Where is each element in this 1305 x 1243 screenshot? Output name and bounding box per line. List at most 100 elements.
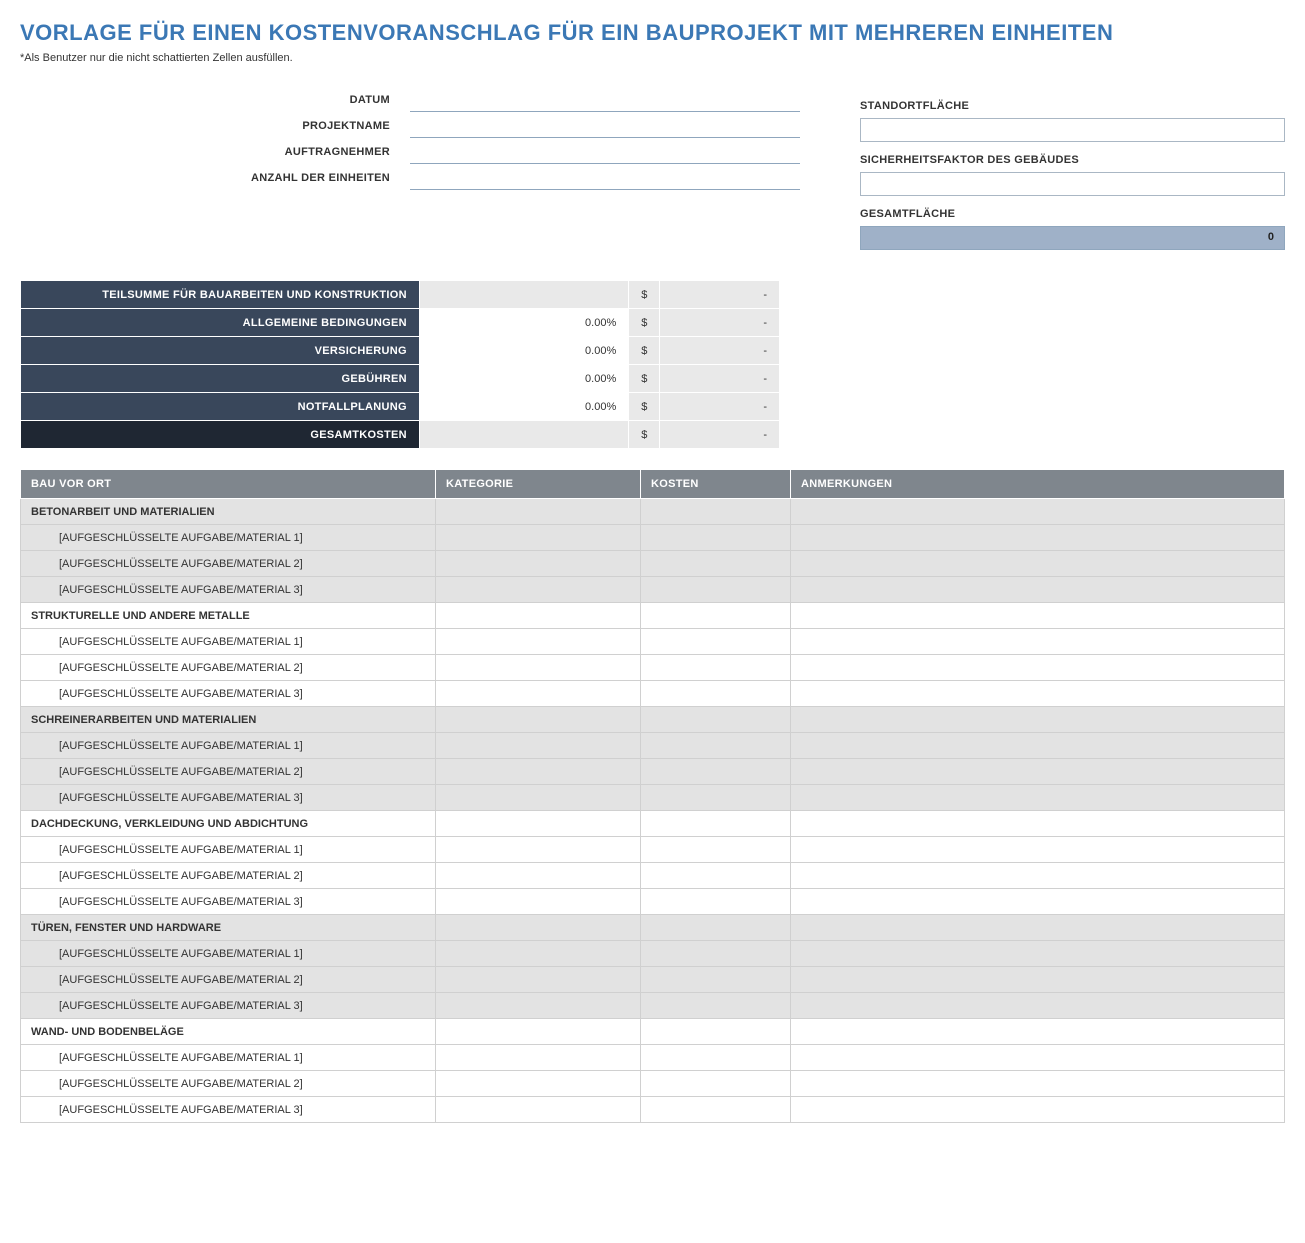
work-cell[interactable]	[641, 1071, 791, 1097]
work-item[interactable]: [AUFGESCHLÜSSELTE AUFGABE/MATERIAL 3]	[21, 785, 436, 811]
work-item[interactable]: [AUFGESCHLÜSSELTE AUFGABE/MATERIAL 2]	[21, 863, 436, 889]
work-cell[interactable]	[641, 551, 791, 577]
work-cell[interactable]	[436, 629, 641, 655]
work-cell[interactable]	[791, 785, 1285, 811]
work-item[interactable]: [AUFGESCHLÜSSELTE AUFGABE/MATERIAL 2]	[21, 655, 436, 681]
work-cell[interactable]	[436, 525, 641, 551]
work-cell[interactable]	[791, 577, 1285, 603]
work-cell[interactable]	[436, 785, 641, 811]
work-cell[interactable]	[641, 681, 791, 707]
work-cell[interactable]	[436, 707, 641, 733]
work-cell[interactable]	[436, 551, 641, 577]
work-cell[interactable]	[436, 863, 641, 889]
work-cell[interactable]	[436, 967, 641, 993]
work-item[interactable]: [AUFGESCHLÜSSELTE AUFGABE/MATERIAL 3]	[21, 681, 436, 707]
work-item[interactable]: [AUFGESCHLÜSSELTE AUFGABE/MATERIAL 1]	[21, 941, 436, 967]
work-cell[interactable]	[641, 603, 791, 629]
work-item[interactable]: [AUFGESCHLÜSSELTE AUFGABE/MATERIAL 3]	[21, 577, 436, 603]
work-cell[interactable]	[791, 941, 1285, 967]
work-cell[interactable]	[436, 1097, 641, 1123]
work-cell[interactable]	[436, 733, 641, 759]
work-cell[interactable]	[436, 655, 641, 681]
work-cell[interactable]	[791, 759, 1285, 785]
work-cell[interactable]	[641, 499, 791, 525]
work-cell[interactable]	[791, 967, 1285, 993]
work-cell[interactable]	[791, 1097, 1285, 1123]
work-cell[interactable]	[641, 1097, 791, 1123]
work-cell[interactable]	[791, 551, 1285, 577]
work-cell[interactable]	[791, 1071, 1285, 1097]
work-cell[interactable]	[436, 993, 641, 1019]
work-item[interactable]: [AUFGESCHLÜSSELTE AUFGABE/MATERIAL 2]	[21, 967, 436, 993]
site-area-input[interactable]	[860, 118, 1285, 142]
work-cell[interactable]	[641, 993, 791, 1019]
work-item[interactable]: [AUFGESCHLÜSSELTE AUFGABE/MATERIAL 2]	[21, 759, 436, 785]
work-cell[interactable]	[791, 629, 1285, 655]
work-cell[interactable]	[436, 681, 641, 707]
work-cell[interactable]	[791, 1045, 1285, 1071]
date-input[interactable]	[410, 88, 800, 112]
work-cell[interactable]	[641, 785, 791, 811]
work-cell[interactable]	[436, 1045, 641, 1071]
work-cell[interactable]	[641, 1019, 791, 1045]
work-cell[interactable]	[641, 915, 791, 941]
work-cell[interactable]	[791, 499, 1285, 525]
work-cell[interactable]	[791, 1019, 1285, 1045]
work-cell[interactable]	[436, 837, 641, 863]
work-cell[interactable]	[641, 863, 791, 889]
work-cell[interactable]	[436, 759, 641, 785]
work-cell[interactable]	[436, 577, 641, 603]
work-cell[interactable]	[641, 655, 791, 681]
units-input[interactable]	[410, 166, 800, 190]
work-cell[interactable]	[641, 1045, 791, 1071]
work-cell[interactable]	[791, 915, 1285, 941]
work-cell[interactable]	[791, 811, 1285, 837]
work-cell[interactable]	[791, 603, 1285, 629]
work-cell[interactable]	[641, 733, 791, 759]
work-cell[interactable]	[436, 1071, 641, 1097]
work-item[interactable]: [AUFGESCHLÜSSELTE AUFGABE/MATERIAL 3]	[21, 993, 436, 1019]
work-cell[interactable]	[641, 759, 791, 785]
work-cell[interactable]	[641, 941, 791, 967]
work-cell[interactable]	[791, 837, 1285, 863]
work-cell[interactable]	[641, 577, 791, 603]
work-item[interactable]: [AUFGESCHLÜSSELTE AUFGABE/MATERIAL 1]	[21, 525, 436, 551]
work-cell[interactable]	[436, 603, 641, 629]
work-cell[interactable]	[791, 525, 1285, 551]
work-cell[interactable]	[791, 681, 1285, 707]
work-item[interactable]: [AUFGESCHLÜSSELTE AUFGABE/MATERIAL 3]	[21, 889, 436, 915]
summary-percent[interactable]: 0.00%	[419, 393, 628, 421]
work-cell[interactable]	[436, 499, 641, 525]
work-cell[interactable]	[791, 863, 1285, 889]
work-cell[interactable]	[791, 655, 1285, 681]
work-cell[interactable]	[641, 525, 791, 551]
work-item[interactable]: [AUFGESCHLÜSSELTE AUFGABE/MATERIAL 1]	[21, 837, 436, 863]
work-cell[interactable]	[641, 811, 791, 837]
work-item[interactable]: [AUFGESCHLÜSSELTE AUFGABE/MATERIAL 2]	[21, 1071, 436, 1097]
work-cell[interactable]	[641, 707, 791, 733]
safety-input[interactable]	[860, 172, 1285, 196]
work-cell[interactable]	[436, 889, 641, 915]
work-cell[interactable]	[641, 967, 791, 993]
work-cell[interactable]	[436, 915, 641, 941]
summary-percent[interactable]: 0.00%	[419, 337, 628, 365]
work-item[interactable]: [AUFGESCHLÜSSELTE AUFGABE/MATERIAL 2]	[21, 551, 436, 577]
work-cell[interactable]	[641, 889, 791, 915]
work-cell[interactable]	[641, 837, 791, 863]
work-item[interactable]: [AUFGESCHLÜSSELTE AUFGABE/MATERIAL 1]	[21, 629, 436, 655]
contractor-input[interactable]	[410, 140, 800, 164]
work-item[interactable]: [AUFGESCHLÜSSELTE AUFGABE/MATERIAL 1]	[21, 1045, 436, 1071]
work-cell[interactable]	[791, 733, 1285, 759]
work-cell[interactable]	[791, 993, 1285, 1019]
work-item[interactable]: [AUFGESCHLÜSSELTE AUFGABE/MATERIAL 1]	[21, 733, 436, 759]
project-input[interactable]	[410, 114, 800, 138]
work-cell[interactable]	[791, 707, 1285, 733]
work-cell[interactable]	[436, 941, 641, 967]
work-cell[interactable]	[791, 889, 1285, 915]
work-cell[interactable]	[436, 811, 641, 837]
summary-percent[interactable]: 0.00%	[419, 309, 628, 337]
work-cell[interactable]	[436, 1019, 641, 1045]
work-cell[interactable]	[641, 629, 791, 655]
work-item[interactable]: [AUFGESCHLÜSSELTE AUFGABE/MATERIAL 3]	[21, 1097, 436, 1123]
summary-percent[interactable]: 0.00%	[419, 365, 628, 393]
